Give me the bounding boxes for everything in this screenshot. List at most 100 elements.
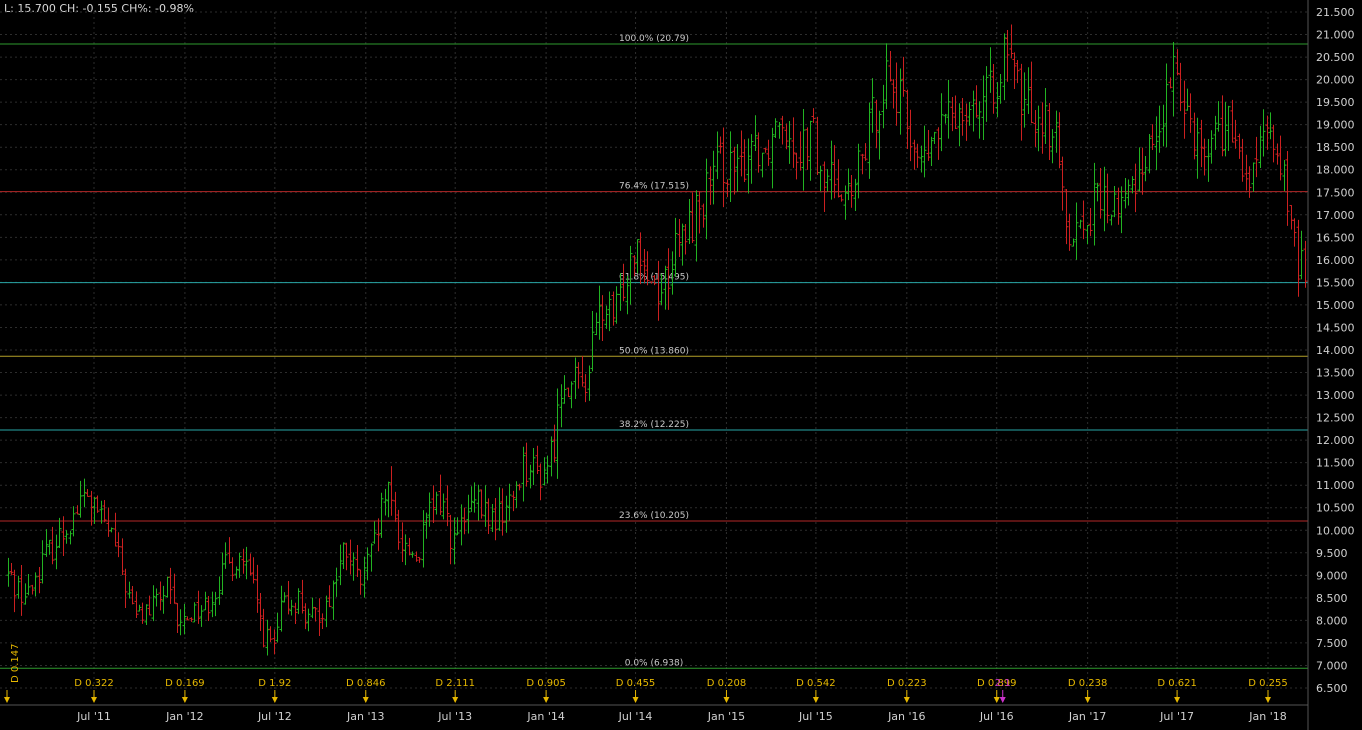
ohlc-bar [427, 492, 432, 527]
dividend-marker[interactable] [543, 690, 550, 703]
ohlc-bar [431, 485, 436, 523]
ohlc-bar [75, 505, 80, 515]
y-tick-label: 6.500 [1316, 682, 1348, 695]
ohlc-bar [175, 603, 180, 633]
dividend-marker[interactable] [91, 690, 97, 703]
fibonacci-levels[interactable]: 100.0% (20.79)76.4% (17.515)61.8% (15.49… [0, 34, 1308, 669]
ohlc-bar [497, 487, 502, 531]
ohlc-bar [919, 145, 924, 173]
dividend-marker[interactable] [903, 690, 910, 703]
ohlc-bar [1168, 77, 1173, 89]
ohlc-bar [1009, 24, 1014, 59]
ohlc-bar [891, 79, 896, 109]
ohlc-bar [794, 152, 799, 180]
ohlc-bar [877, 110, 882, 160]
ohlc-bar [106, 507, 111, 537]
ohlc-bar [116, 532, 121, 558]
dividend-marker[interactable] [812, 690, 819, 703]
ohlc-bar [511, 490, 516, 512]
ohlc-bar [587, 365, 592, 401]
ohlc-bar [753, 115, 758, 151]
ohlc-bar [971, 90, 976, 132]
ohlc-bar [946, 79, 951, 139]
ohlc-bar [583, 374, 588, 403]
marker-arrowhead [543, 697, 550, 703]
y-tick-label: 16.000 [1316, 254, 1355, 267]
dividend-marker[interactable] [181, 690, 188, 703]
dividend-marker[interactable] [723, 690, 730, 703]
x-tick-label: Jul '15 [798, 710, 833, 723]
ohlc-bar [1054, 110, 1059, 153]
ohlc-bar [760, 152, 765, 178]
dividend-marker[interactable] [1174, 690, 1181, 703]
dividend-marker[interactable] [1265, 690, 1271, 703]
ohlc-bar [988, 47, 993, 93]
ohlc-bar [1029, 61, 1034, 124]
dividend-marker[interactable] [993, 690, 1000, 703]
ohlc-bar [576, 362, 581, 389]
marker-arrowhead [632, 697, 639, 703]
ohlc-bar [974, 85, 979, 118]
ohlc-bar [607, 291, 612, 332]
marker-arrowhead [362, 697, 369, 703]
ohlc-bar [19, 564, 24, 616]
ohlc-bar [434, 491, 439, 515]
ohlc-bar [1078, 219, 1083, 229]
ohlc-bar [504, 495, 509, 533]
ohlc-bar [888, 50, 893, 82]
ohlc-bar [351, 552, 356, 581]
ohlc-bar [1303, 240, 1308, 288]
y-tick-label: 7.500 [1316, 637, 1348, 650]
ohlc-bar [874, 99, 879, 149]
marker-arrowhead [1084, 697, 1091, 703]
ohlc-bar [172, 573, 177, 604]
fib-level-label: 38.2% (12.225) [619, 420, 689, 430]
dividend-marker[interactable] [362, 690, 369, 703]
split-marker[interactable] [999, 690, 1006, 703]
ohlc-bar [936, 127, 941, 160]
ohlc-bar [500, 488, 505, 536]
ohlc-bar [1112, 185, 1117, 218]
y-tick-label: 13.000 [1316, 389, 1355, 402]
ohlc-bar [1033, 110, 1038, 147]
dividend-label: D 0.255 [1248, 678, 1288, 689]
ohlc-bar [244, 546, 249, 580]
ohlc-bar [289, 599, 294, 616]
ohlc-bar [1230, 99, 1235, 143]
x-tick-label: Jul '12 [257, 710, 292, 723]
ohlc-bar [1216, 101, 1221, 132]
dividend-marker[interactable] [1084, 690, 1091, 703]
dividend-markers[interactable]: D 0.147 D 0.322 D 0.169 D 1.92 D 0.846 D 2.11… [4, 643, 1288, 703]
dividend-marker[interactable] [271, 690, 278, 703]
ohlc-bar [1036, 105, 1041, 152]
ohlc-bar [26, 573, 31, 596]
x-tick-label: Jan '18 [1248, 710, 1286, 723]
ohlc-bar [832, 145, 837, 199]
ohlc-bar [863, 143, 868, 161]
ohlc-bar [154, 588, 159, 607]
ohlc-bar [1043, 87, 1048, 144]
ohlc-bar [562, 375, 567, 404]
ohlc-bar [1157, 105, 1162, 153]
price-chart[interactable]: 100.0% (20.79)76.4% (17.515)61.8% (15.49… [0, 0, 1362, 730]
dividend-marker[interactable] [632, 690, 639, 703]
ohlc-bar [867, 102, 872, 179]
ohlc-bar [40, 540, 45, 584]
ohlc-bar [213, 591, 218, 617]
ohlc-bar [531, 448, 536, 485]
ohlc-bars [6, 24, 1308, 656]
ohlc-bar [1240, 138, 1245, 182]
ohlc-bar [721, 127, 726, 208]
ohlc-bar [452, 517, 457, 565]
dividend-marker[interactable] [452, 690, 459, 703]
ohlc-bar [798, 131, 803, 171]
ohlc-bar [998, 74, 1003, 104]
ohlc-bar [1289, 205, 1294, 230]
ohlc-bar [635, 239, 640, 274]
x-tick-label: Jan '14 [526, 710, 564, 723]
ohlc-bar [839, 194, 844, 202]
ohlc-bar [223, 542, 228, 569]
marker-arrowhead [271, 697, 278, 703]
dividend-marker[interactable] [4, 690, 10, 703]
ohlc-bar [158, 581, 163, 611]
